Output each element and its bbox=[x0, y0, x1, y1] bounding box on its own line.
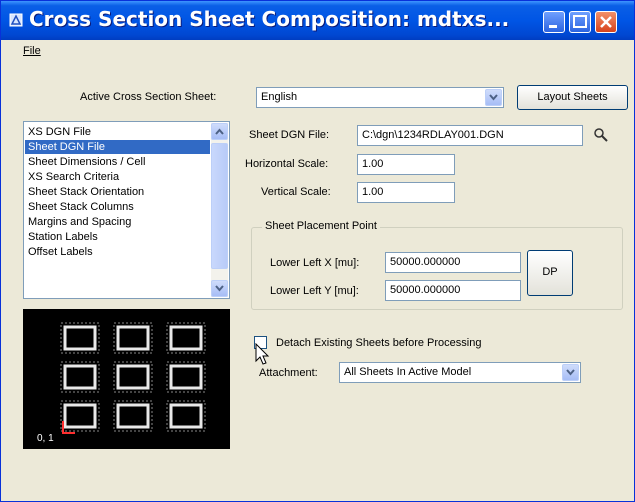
category-list[interactable]: XS DGN File Sheet DGN File Sheet Dimensi… bbox=[23, 121, 230, 299]
menu-bar: File bbox=[1, 40, 634, 64]
layout-sheets-button[interactable]: Layout Sheets bbox=[517, 85, 628, 110]
list-item-selected[interactable]: Sheet DGN File bbox=[25, 140, 210, 154]
lower-left-y-label: Lower Left Y [mu]: bbox=[270, 285, 359, 297]
lower-left-y-field[interactable]: 50000.000000 bbox=[385, 280, 521, 301]
list-item[interactable]: Offset Labels bbox=[25, 245, 210, 259]
list-item[interactable]: Sheet Stack Columns bbox=[25, 200, 210, 214]
minimize-icon bbox=[549, 25, 557, 28]
attachment-dropdown[interactable]: All Sheets In Active Model bbox=[339, 362, 581, 383]
vertical-scale-field[interactable]: 1.00 bbox=[357, 182, 455, 203]
sheet-dgn-file-field[interactable]: C:\dgn\1234RDLAY001.DGN bbox=[357, 125, 583, 146]
list-scrollbar[interactable] bbox=[211, 123, 228, 297]
list-item[interactable]: Station Labels bbox=[25, 230, 210, 244]
close-icon bbox=[600, 16, 612, 28]
dp-button[interactable]: DP bbox=[527, 250, 573, 296]
origin-label: 0, 1 bbox=[37, 433, 54, 444]
maximize-icon bbox=[573, 15, 587, 28]
minimize-button[interactable] bbox=[543, 11, 565, 33]
dialog-window: Cross Section Sheet Composition: mdtxs..… bbox=[0, 0, 635, 502]
horizontal-scale-field[interactable]: 1.00 bbox=[357, 154, 455, 175]
scroll-up-button[interactable] bbox=[211, 123, 228, 140]
menu-file[interactable]: File bbox=[23, 45, 41, 57]
list-item[interactable]: XS Search Criteria bbox=[25, 170, 210, 184]
sheet-dgn-file-value: C:\dgn\1234RDLAY001.DGN bbox=[362, 129, 504, 141]
sheet-dgn-file-label: Sheet DGN File: bbox=[249, 129, 330, 141]
active-sheet-value: English bbox=[261, 91, 298, 103]
chevron-down-icon bbox=[215, 285, 224, 292]
attachment-label: Attachment: bbox=[259, 367, 318, 379]
title-bar[interactable]: Cross Section Sheet Composition: mdtxs..… bbox=[1, 1, 634, 40]
placement-group-title: Sheet Placement Point bbox=[262, 220, 380, 232]
vertical-scale-value: 1.00 bbox=[362, 186, 384, 198]
list-item[interactable]: Sheet Stack Orientation bbox=[25, 185, 210, 199]
scroll-down-button[interactable] bbox=[211, 280, 228, 297]
dp-button-label: DP bbox=[542, 266, 558, 278]
active-sheet-dropdown[interactable]: English bbox=[256, 87, 504, 108]
list-item[interactable]: XS DGN File bbox=[25, 125, 210, 139]
browse-search-icon[interactable] bbox=[593, 127, 609, 143]
list-item[interactable]: Margins and Spacing bbox=[25, 215, 210, 229]
lower-left-x-label: Lower Left X [mu]: bbox=[270, 257, 360, 269]
mouse-cursor-icon bbox=[255, 343, 270, 365]
lower-left-x-value: 50000.000000 bbox=[390, 256, 461, 268]
dropdown-arrow-icon[interactable] bbox=[562, 364, 579, 381]
detach-sheets-label[interactable]: Detach Existing Sheets before Processing bbox=[276, 337, 481, 349]
vertical-scale-label: Vertical Scale: bbox=[261, 186, 331, 198]
horizontal-scale-label: Horizontal Scale: bbox=[245, 158, 329, 170]
horizontal-scale-value: 1.00 bbox=[362, 158, 384, 170]
sheet-layout-preview: 0, 1 bbox=[23, 309, 230, 449]
attachment-value: All Sheets In Active Model bbox=[344, 366, 472, 378]
maximize-button[interactable] bbox=[569, 11, 591, 33]
app-icon bbox=[9, 13, 23, 27]
window-title: Cross Section Sheet Composition: mdtxs..… bbox=[29, 7, 510, 31]
close-button[interactable] bbox=[595, 11, 617, 33]
layout-sheets-label: Layout Sheets bbox=[537, 91, 608, 103]
scroll-thumb[interactable] bbox=[211, 143, 228, 269]
active-sheet-label: Active Cross Section Sheet: bbox=[80, 91, 217, 103]
lower-left-x-field[interactable]: 50000.000000 bbox=[385, 252, 521, 273]
list-item[interactable]: Sheet Dimensions / Cell bbox=[25, 155, 210, 169]
lower-left-y-value: 50000.000000 bbox=[390, 284, 461, 296]
dropdown-arrow-icon[interactable] bbox=[485, 89, 502, 106]
sheet-grid-graphic bbox=[60, 322, 206, 434]
chevron-up-icon bbox=[215, 128, 224, 135]
